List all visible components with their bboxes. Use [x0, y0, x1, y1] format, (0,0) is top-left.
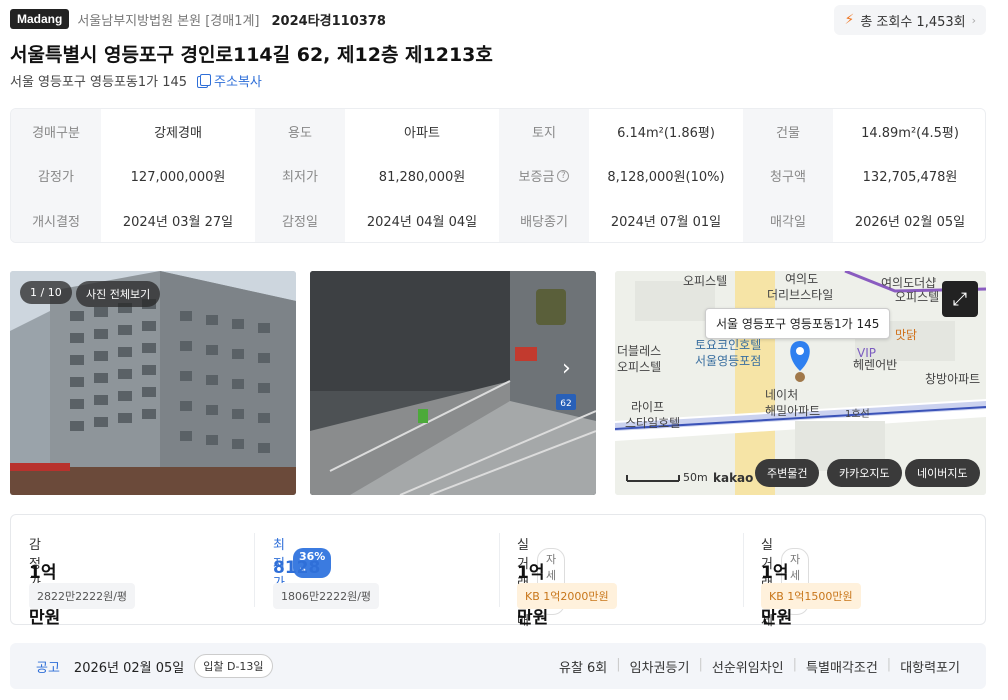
kakao-map-button[interactable]: 카카오지도: [827, 459, 902, 487]
photo-counter: 1 / 10: [20, 281, 72, 304]
info-label: 용도: [255, 109, 345, 153]
view-count-button[interactable]: ⚡ 총 조회수 1,453회 ›: [834, 5, 986, 35]
court-name: 서울남부지방법원 본원 [경매1계]: [77, 13, 260, 29]
expand-map-button[interactable]: ⤢: [942, 281, 978, 317]
copy-address-label: 주소복사: [214, 75, 262, 90]
kakao-logo: kakao: [713, 471, 754, 485]
divider: |: [792, 656, 798, 672]
map-label: 오피스텔: [895, 290, 939, 304]
notice-label: 공고: [36, 660, 60, 676]
info-label: 건물: [743, 109, 833, 153]
appraisal-per-pyeong: 2822만2222원/평: [29, 583, 136, 609]
map-label: 네이처: [765, 388, 798, 402]
divider: |: [698, 656, 703, 672]
info-value: 127,000,000원: [101, 153, 255, 198]
copy-icon: [197, 74, 212, 88]
info-label: 배당종기: [499, 198, 589, 242]
map-label: 오피스텔: [683, 274, 727, 288]
map-scale: 50m: [683, 471, 708, 484]
price-summary: 감정가 1억2700만원 2822만2222원/평 최저가 36% » 8128…: [10, 514, 986, 629]
naver-map-button[interactable]: 네이버지도: [905, 459, 980, 487]
info-value: 132,705,478원: [833, 153, 985, 198]
info-label: 감정일: [255, 198, 345, 242]
help-icon[interactable]: ?: [557, 169, 570, 182]
property-photo-entrance[interactable]: › 62: [310, 271, 596, 495]
info-label: 경매구분: [11, 109, 101, 153]
page-title: 서울특별시 영등포구 경인로114길 62, 제12층 제1213호: [10, 44, 493, 66]
property-photo-main[interactable]: 1 / 10 사진 전체보기: [10, 271, 296, 495]
map-label: 여의도더샵: [881, 276, 936, 290]
copy-address-button[interactable]: 주소복사: [197, 71, 262, 90]
map-address-tooltip: 서울 영등포구 영등포동1가 145: [705, 308, 891, 339]
info-value: 2026년 02월 05일: [833, 198, 985, 242]
bolt-icon: ⚡: [844, 12, 855, 28]
divider: [743, 533, 744, 607]
map-label: 창방아파트: [925, 372, 980, 386]
failed-bids-link[interactable]: 유찰 6회: [559, 657, 607, 676]
notice-date: 2026년 02월 05일: [73, 660, 185, 676]
dday-badge: 입찰 D-13일: [194, 654, 273, 678]
chevron-right-icon: ›: [971, 13, 976, 27]
info-value: 14.89m²(4.5평): [833, 109, 985, 153]
address-sub: 서울 영등포구 영등포동1가 145 주소복사: [10, 71, 262, 90]
map-label: 여의도: [785, 272, 818, 286]
map-label: 헤렌어반: [853, 358, 897, 372]
map-label: 오피스텔: [617, 360, 661, 374]
map-label: 해밀아파트: [765, 404, 820, 418]
info-label: 토지: [499, 109, 589, 153]
divider: |: [886, 656, 892, 672]
special-condition-link[interactable]: 특별매각조건: [806, 657, 878, 676]
map-label: 라이프: [631, 400, 664, 414]
expand-icon: ⤢: [952, 288, 968, 310]
lot-address: 서울 영등포구 영등포동1가 145: [10, 75, 188, 90]
info-value: 6.14m²(1.86평): [589, 109, 743, 153]
jeonse-kb-price: KB 1억1500만원: [761, 583, 861, 609]
map-label: 더리브스타일: [767, 288, 833, 302]
door-number: 62: [560, 399, 571, 409]
info-value: 강제경매: [101, 109, 255, 153]
sale-kb-price: KB 1억2000만원: [517, 583, 617, 609]
entrance-image: › 62: [310, 271, 596, 495]
info-label: 개시결정: [11, 198, 101, 242]
waiver-link[interactable]: 대항력포기: [900, 657, 960, 676]
info-value: 2024년 03월 27일: [101, 198, 255, 242]
info-label: 청구액: [743, 153, 833, 198]
map-label: 1호선: [845, 408, 870, 420]
svg-text:›: ›: [562, 356, 571, 381]
info-label: 최저가: [255, 153, 345, 198]
map-label: 스타일호텔: [625, 416, 680, 430]
brand-logo[interactable]: Madang: [10, 9, 70, 29]
minimum-per-pyeong: 1806만2222원/평: [273, 583, 380, 609]
senior-tenant-link[interactable]: 선순위임차인: [712, 657, 784, 676]
map-label: 서울영등포점: [695, 354, 761, 368]
divider: [254, 533, 255, 607]
case-number: 2024타경110378: [271, 13, 386, 29]
info-label: 감정가: [11, 153, 101, 198]
case-header: Madang 서울남부지방법원 본원 [경매1계] 2024타경110378: [10, 8, 386, 30]
map-label: 맛닭: [895, 328, 917, 342]
deposit-label: 보증금?: [499, 153, 589, 198]
view-count-label: 총 조회수 1,453회: [860, 14, 966, 30]
auction-info-table: 경매구분 강제경매 용도 아파트 토지 6.14m²(1.86평) 건물 14.…: [10, 108, 986, 243]
nearby-items-button[interactable]: 주변물건: [755, 459, 820, 487]
map-label: 토요코인호텔: [695, 338, 761, 352]
notice-links: 유찰 6회 | 임차권등기 | 선순위임차인 | 특별매각조건 | 대항력포기: [559, 657, 960, 676]
lease-registration-link[interactable]: 임차권등기: [630, 657, 690, 676]
info-value: 2024년 07월 01일: [589, 198, 743, 242]
info-value: 81,280,000원: [345, 153, 499, 198]
notice-bar: 공고 2026년 02월 05일 입찰 D-13일 유찰 6회 | 임차권등기 | …: [10, 643, 986, 689]
divider: |: [616, 656, 621, 672]
map-label: 더블레스: [617, 344, 661, 358]
info-value: 2024년 04월 04일: [345, 198, 499, 242]
info-label: 매각일: [743, 198, 833, 242]
divider: [499, 533, 500, 607]
info-value: 아파트: [345, 109, 499, 153]
info-label: 보증금: [518, 170, 555, 185]
property-map[interactable]: 오피스텔 여의도 더리브스타일 여의도더샵 오피스텔 더블레스 오피스텔 토요코…: [615, 271, 986, 495]
view-all-photos-button[interactable]: 사진 전체보기: [76, 281, 161, 307]
info-value: 8,128,000원(10%): [589, 153, 743, 198]
